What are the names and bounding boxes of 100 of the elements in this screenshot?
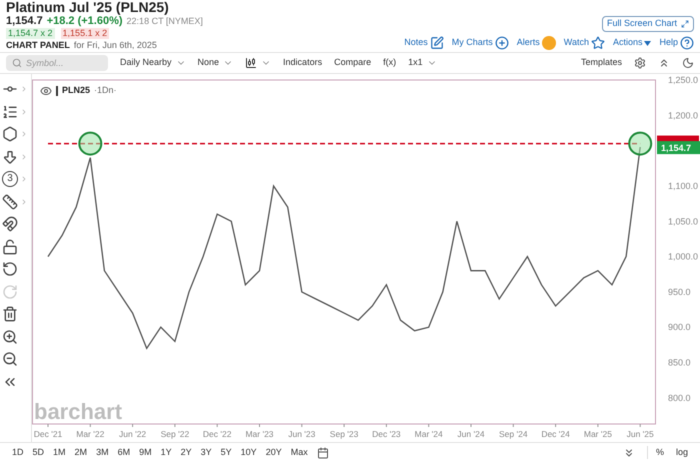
templates-button[interactable]: Templates — [580, 56, 622, 70]
chevron-icon — [20, 152, 28, 161]
hexagon-icon — [2, 126, 18, 142]
price-change: +18.2 (+1.60%) — [46, 15, 123, 27]
ask-quote: 1,155.1 x 2 — [60, 28, 110, 39]
arrow-down-icon — [2, 148, 18, 165]
toolbar-button[interactable]: f(x) — [383, 56, 396, 70]
x-axis-label: Dec '22 — [202, 429, 232, 439]
y-axis-label: 900.0 — [668, 322, 691, 332]
chevron-icon — [20, 198, 28, 206]
nav-link[interactable]: My Charts — [452, 36, 509, 50]
last-price: 1,154.7 — [6, 15, 43, 27]
edit-icon — [430, 36, 444, 50]
instrument-title: Platinum Jul '25 (PLN25) — [6, 0, 170, 15]
drawing-tool-button[interactable]: 3 — [0, 168, 30, 190]
zoom-out-icon — [2, 351, 18, 368]
range-button[interactable]: 20Y — [266, 446, 282, 460]
help-icon — [680, 36, 694, 50]
zoom-in-icon — [2, 328, 18, 345]
quote-time: 22:18 CT [NYMEX] — [126, 15, 203, 27]
toolbar-button[interactable]: Compare — [334, 56, 372, 70]
nav-link[interactable]: Notes — [404, 36, 444, 50]
legend-period: ·1Dn· — [94, 84, 117, 97]
list-icon — [2, 104, 18, 120]
ruler-icon — [2, 194, 18, 210]
alert-icon — [542, 36, 556, 50]
range-button[interactable]: 1D — [12, 446, 24, 460]
nav-link[interactable]: Watch — [564, 36, 605, 50]
eye-icon[interactable] — [40, 84, 52, 97]
range-button[interactable]: 3M — [96, 446, 109, 460]
range-button[interactable]: Max — [290, 446, 308, 460]
expand-icon — [681, 20, 689, 28]
counter-icon: 3 — [2, 171, 18, 188]
chevron-icon — [20, 108, 28, 116]
bar-type-button[interactable] — [245, 57, 272, 69]
range-button[interactable]: 3Y — [200, 446, 212, 460]
range-button[interactable]: 5D — [32, 446, 44, 460]
y-axis-label: 800.0 — [668, 392, 691, 403]
chevrons-up-icon[interactable] — [658, 57, 670, 69]
chevron-icon — [20, 130, 28, 138]
candlestick-icon — [245, 57, 258, 69]
x-axis-label: Dec '24 — [541, 429, 570, 439]
range-button[interactable]: 6M — [118, 446, 130, 460]
nav-link[interactable]: Help — [659, 36, 694, 50]
y-axis-label: 1,050.0 — [668, 216, 698, 226]
calendar-icon[interactable] — [316, 446, 329, 458]
symbol-search-field[interactable]: Symbol... — [6, 55, 108, 71]
dropdown-button[interactable]: 1x1 — [408, 56, 437, 70]
y-axis-label: 1,000.0 — [668, 252, 698, 262]
x-axis-label: Jun '24 — [457, 429, 485, 439]
price-marker — [657, 136, 699, 142]
unlock-icon — [2, 238, 18, 255]
toolbar-button[interactable]: Indicators — [283, 56, 322, 70]
panel-date: for Fri, Jun 6th, 2025 — [74, 40, 157, 51]
range-button[interactable]: 5Y — [220, 446, 232, 460]
x-axis-label: Dec '21 — [34, 429, 62, 439]
circle-marker — [628, 132, 652, 156]
range-button[interactable]: 1Y — [160, 446, 172, 460]
dropdown-button[interactable]: None — [198, 56, 234, 70]
caret-icon — [644, 40, 652, 46]
watermark-logo: barchart — [34, 401, 122, 423]
range-button[interactable]: 2Y — [180, 446, 192, 460]
magnet-icon — [2, 216, 18, 232]
x-axis-label: Sep '22 — [160, 429, 190, 439]
chevron-icon — [20, 85, 28, 94]
x-axis-label: Sep '23 — [330, 429, 358, 439]
scale-toggle[interactable]: log — [676, 446, 688, 460]
y-axis-label: 850.0 — [668, 358, 691, 368]
y-axis-label: 1,200.0 — [668, 110, 698, 120]
nav-link[interactable]: Alerts — [516, 36, 556, 50]
range-button[interactable]: 2M — [74, 446, 88, 460]
x-axis-label: Jun '22 — [119, 429, 146, 439]
dropdown-button[interactable]: Daily Nearby — [120, 56, 186, 70]
x-axis-label: Mar '23 — [245, 429, 274, 439]
trash-icon — [2, 306, 18, 322]
nav-link[interactable]: Actions — [612, 36, 652, 50]
range-button[interactable]: 1M — [53, 446, 66, 460]
circle-marker — [78, 132, 102, 156]
y-axis-label: 1,100.0 — [668, 180, 698, 191]
settings-icon[interactable] — [634, 57, 646, 69]
x-axis-label: Mar '24 — [414, 429, 443, 439]
panel-label: CHART PANEL — [6, 40, 70, 51]
star-icon — [590, 36, 605, 50]
scale-toggle[interactable]: % — [656, 446, 664, 460]
chevron-icon — [20, 175, 28, 184]
plus-icon — [494, 36, 509, 50]
range-button[interactable]: 9M — [139, 446, 152, 460]
y-axis-label: 950.0 — [668, 286, 691, 297]
full-screen-button[interactable]: Full Screen Chart — [602, 16, 694, 32]
x-axis-label: Dec '23 — [372, 429, 401, 439]
x-axis-label: Mar '22 — [76, 429, 104, 439]
y-axis-label: 1,250.0 — [668, 75, 698, 85]
x-axis-label: Sep '24 — [499, 429, 528, 439]
x-axis-label: Jun '25 — [626, 429, 654, 439]
range-button[interactable]: 10Y — [240, 446, 257, 460]
bid-quote: 1,154.7 x 2 — [6, 28, 55, 39]
moon-icon[interactable] — [682, 57, 694, 69]
x-axis-label: Jun '23 — [288, 429, 316, 439]
x-axis-label: Mar '25 — [584, 429, 612, 439]
undo-icon — [2, 261, 18, 278]
